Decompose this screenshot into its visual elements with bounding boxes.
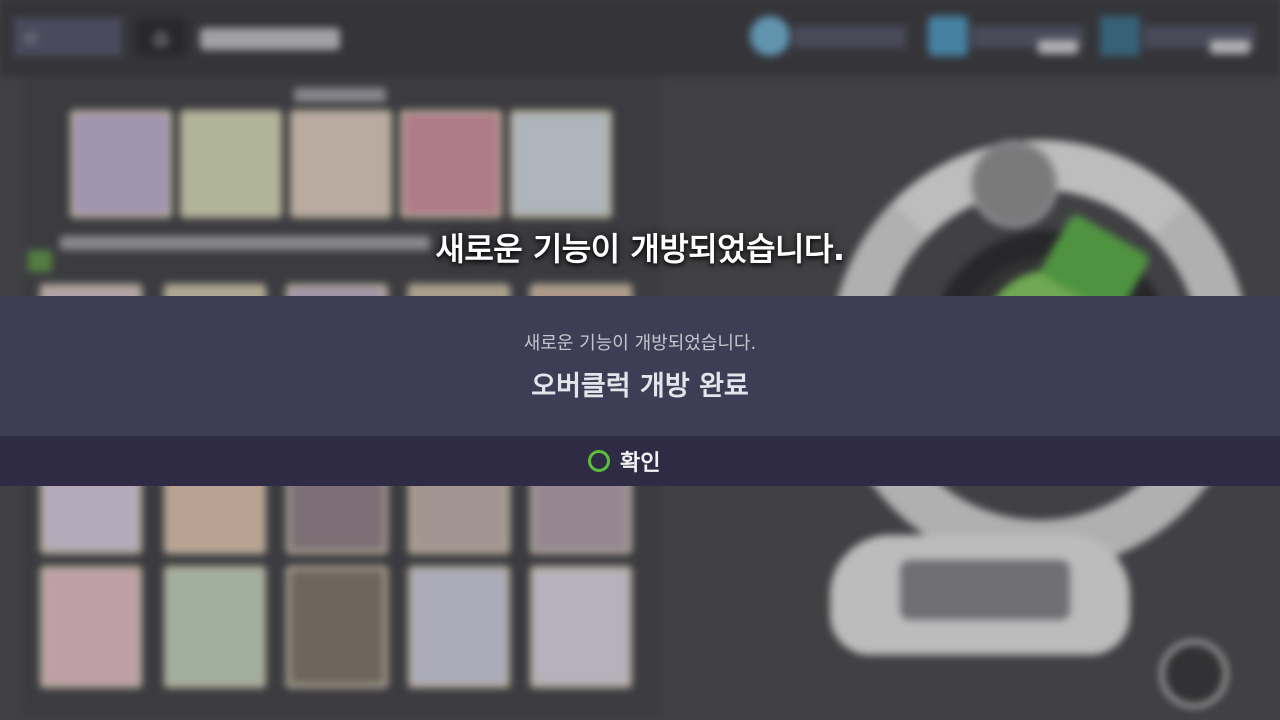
dialog-body: 새로운 기능이 개방되었습니다. 오버클럭 개방 완료 [0,296,1280,436]
dialog-subtitle: 새로운 기능이 개방되었습니다. [523,333,757,354]
dialog-footer: 확인 [0,436,1280,486]
unlock-dialog: 새로운 기능이 개방되었습니다. 오버클럭 개방 완료 확인 [0,296,1280,486]
confirm-label: 확인 [620,451,661,476]
feature-unlocked-headline: 새로운 기능이 개방되었습니다. [435,230,845,268]
circle-icon [588,450,610,472]
dialog-title: 오버클럭 개방 완료 [531,371,749,402]
confirm-button[interactable]: 확인 [588,446,660,476]
